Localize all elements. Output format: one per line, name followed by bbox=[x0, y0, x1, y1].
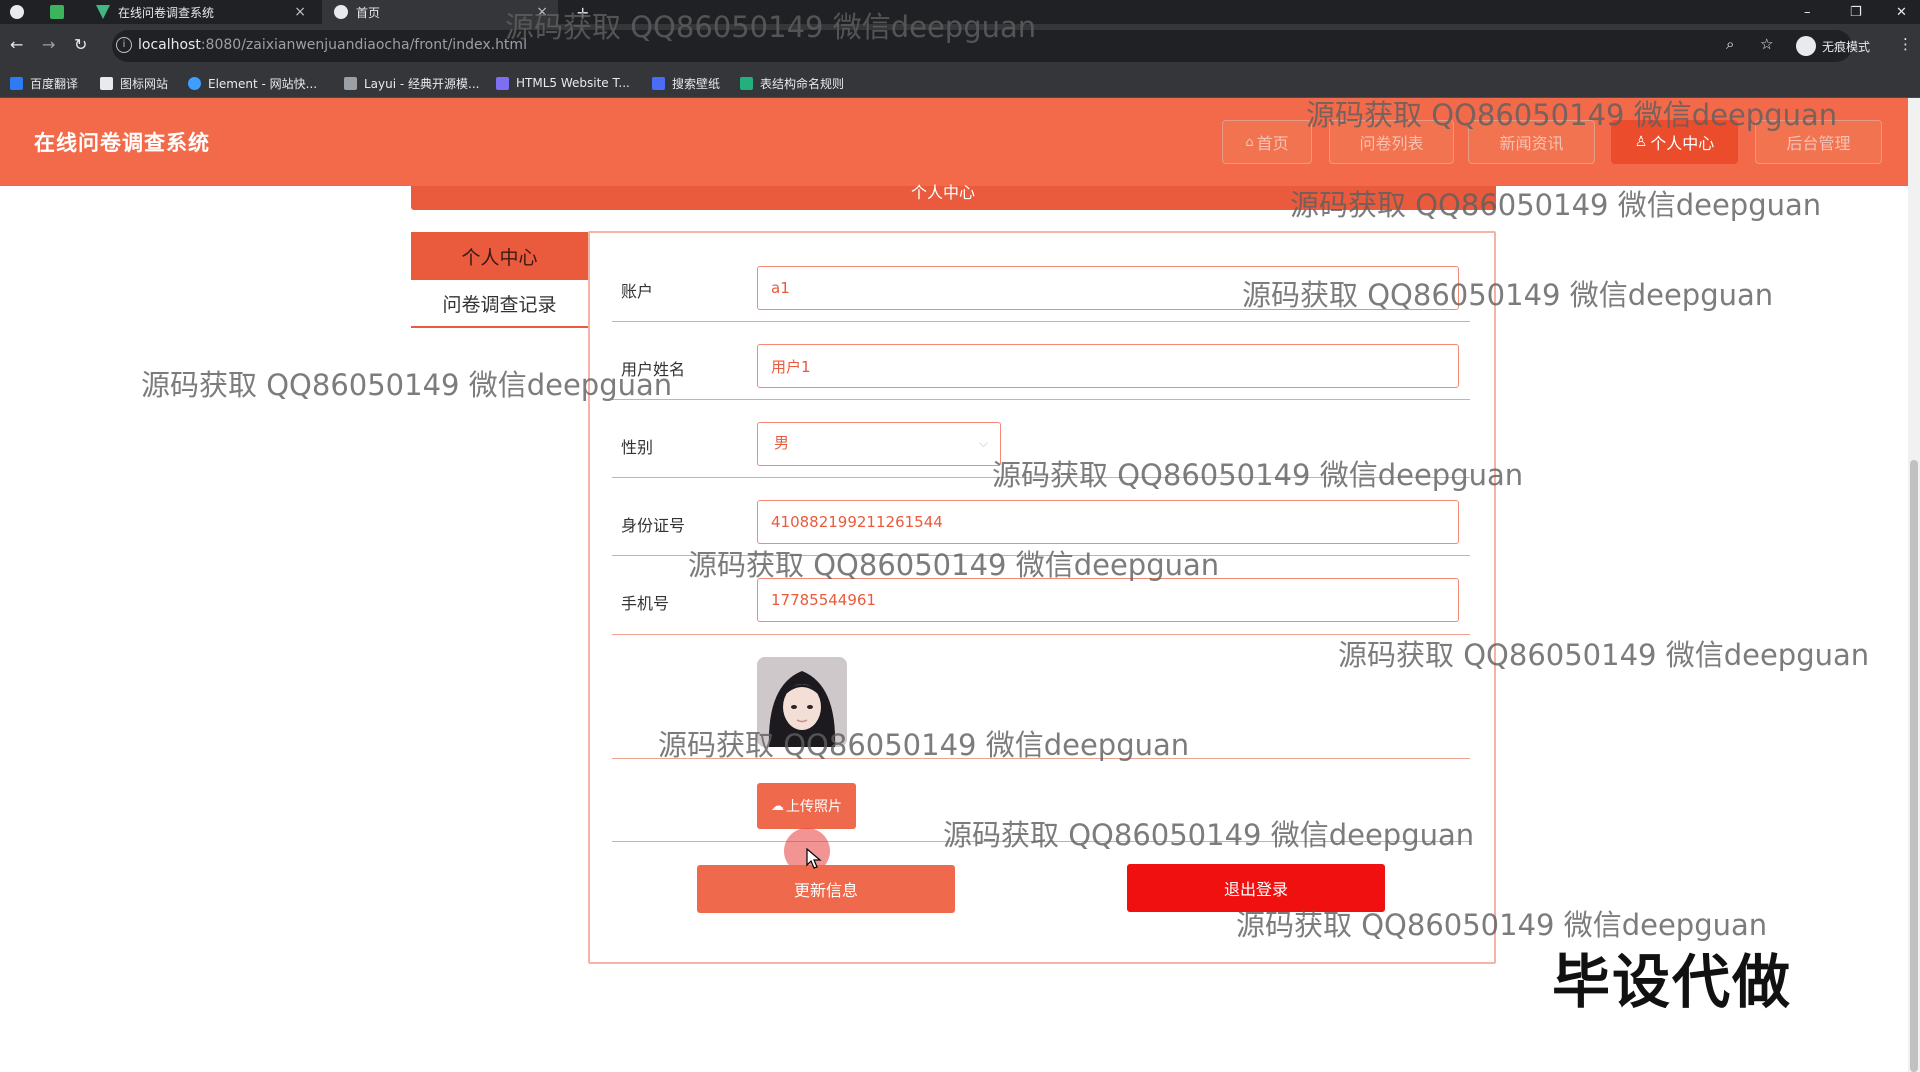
bookmark-item[interactable]: 表结构命名规则 bbox=[740, 73, 844, 93]
nav-label: 问卷列表 bbox=[1359, 134, 1424, 153]
id-number-label: 身份证号 bbox=[621, 516, 686, 535]
divider bbox=[612, 555, 1470, 556]
gender-label: 性别 bbox=[621, 438, 654, 457]
sidebar-item-survey-records[interactable]: 问卷调查记录 bbox=[411, 280, 588, 328]
tab-label: 在线问卷调查系统 bbox=[118, 5, 215, 20]
name-input[interactable] bbox=[757, 344, 1459, 388]
avatar bbox=[757, 657, 847, 747]
bookmark-label: 百度翻译 bbox=[30, 76, 79, 91]
divider bbox=[612, 841, 1470, 842]
bookmark-item[interactable]: 百度翻译 bbox=[10, 73, 78, 93]
bookmark-label: Element - 网站快... bbox=[208, 76, 318, 91]
nav-label: 首页 bbox=[1256, 134, 1289, 153]
globe-icon bbox=[334, 5, 348, 19]
vue-logo-icon bbox=[96, 5, 110, 19]
sidebar-item-personal-center[interactable]: 个人中心 bbox=[411, 232, 588, 280]
logout-label: 退出登录 bbox=[1223, 880, 1288, 899]
chevron-down-icon: ⌵ bbox=[978, 436, 988, 450]
update-info-button[interactable]: 更新信息 bbox=[697, 865, 955, 913]
restore-icon[interactable]: ❐ bbox=[1850, 0, 1862, 24]
nav-admin[interactable]: 后台管理 bbox=[1755, 120, 1882, 164]
nav-label: 新闻资讯 bbox=[1499, 134, 1564, 153]
nav-label: 后台管理 bbox=[1786, 134, 1851, 153]
new-tab-button[interactable]: + bbox=[576, 0, 596, 24]
bookmark-item[interactable]: HTML5 Website T... bbox=[496, 73, 630, 93]
nav-label: 个人中心 bbox=[1650, 134, 1715, 153]
nav-personal-center[interactable]: ♙ 个人中心 bbox=[1611, 120, 1738, 164]
id-number-input[interactable] bbox=[757, 500, 1459, 544]
close-tab-icon[interactable]: × bbox=[294, 4, 306, 20]
url-host: localhost bbox=[138, 37, 201, 53]
close-window-icon[interactable]: ✕ bbox=[1896, 0, 1907, 24]
tab-survey-system[interactable]: 在线问卷调查系统 × bbox=[88, 0, 316, 24]
avatar-photo bbox=[757, 657, 847, 747]
divider bbox=[612, 758, 1470, 759]
account-input[interactable] bbox=[757, 266, 1459, 310]
incognito-indicator[interactable]: 无痕模式 bbox=[1796, 36, 1870, 56]
sidebar-item-label: 问卷调查记录 bbox=[442, 293, 557, 316]
divider bbox=[612, 399, 1470, 400]
minimize-icon[interactable]: – bbox=[1804, 0, 1811, 24]
cloud-upload-icon: ☁ bbox=[771, 798, 784, 814]
zoom-icon[interactable]: ⌕ bbox=[1726, 35, 1734, 53]
menu-dots-icon[interactable]: ⋮ bbox=[1898, 35, 1913, 53]
bookmark-item[interactable]: 搜索壁纸 bbox=[652, 73, 720, 93]
nav-home[interactable]: ⌂ 首页 bbox=[1222, 120, 1312, 164]
bookmark-label: 表结构命名规则 bbox=[760, 76, 845, 91]
bookmark-label: Layui - 经典开源模... bbox=[364, 76, 480, 91]
overlay-banner-text: 毕设代做 bbox=[1552, 948, 1793, 1016]
user-icon: ♙ bbox=[1634, 134, 1648, 150]
chrome-menu-icon[interactable] bbox=[10, 0, 36, 24]
bookmark-label: 图标网站 bbox=[120, 76, 169, 91]
phone-label: 手机号 bbox=[621, 594, 670, 613]
nav-news[interactable]: 新闻资讯 bbox=[1468, 120, 1595, 164]
page-title: 个人中心 bbox=[911, 183, 976, 202]
bookmark-label: 搜索壁纸 bbox=[672, 76, 721, 91]
app-tab-icon[interactable] bbox=[50, 0, 76, 24]
divider bbox=[612, 634, 1470, 635]
back-arrow-icon[interactable]: ← bbox=[10, 35, 23, 54]
scrollbar-thumb[interactable] bbox=[1910, 460, 1918, 1072]
url-path: :8080/zaixianwenjuandiaocha/front/index.… bbox=[200, 37, 527, 53]
url-text[interactable]: localhost:8080/zaixianwenjuandiaocha/fro… bbox=[138, 37, 527, 53]
gender-value: 男 bbox=[774, 434, 790, 452]
site-title: 在线问卷调查系统 bbox=[34, 131, 210, 155]
close-tab-icon[interactable]: × bbox=[536, 4, 548, 20]
reload-icon[interactable]: ↻ bbox=[74, 35, 87, 54]
account-label: 账户 bbox=[621, 282, 654, 301]
cursor-icon bbox=[806, 848, 822, 869]
bookmark-item[interactable]: 图标网站 bbox=[100, 73, 168, 93]
logout-button[interactable]: 退出登录 bbox=[1127, 864, 1385, 912]
phone-input[interactable] bbox=[757, 578, 1459, 622]
info-icon[interactable]: i bbox=[116, 37, 132, 53]
upload-label: 上传照片 bbox=[786, 799, 842, 815]
star-icon[interactable]: ☆ bbox=[1760, 35, 1773, 53]
tab-label: 首页 bbox=[356, 5, 381, 20]
bookmark-label: HTML5 Website T... bbox=[516, 76, 630, 90]
page-title-strip: 个人中心 bbox=[411, 183, 1496, 210]
update-label: 更新信息 bbox=[793, 881, 858, 900]
name-label: 用户姓名 bbox=[621, 360, 686, 379]
tab-home[interactable]: 首页 × bbox=[322, 0, 558, 24]
home-icon: ⌂ bbox=[1245, 134, 1254, 150]
bookmark-item[interactable]: Layui - 经典开源模... bbox=[344, 73, 479, 93]
gender-select[interactable]: 男 ⌵ bbox=[757, 422, 1001, 466]
incognito-icon bbox=[1796, 36, 1816, 56]
sidebar-item-label: 个人中心 bbox=[461, 246, 538, 269]
nav-survey-list[interactable]: 问卷列表 bbox=[1329, 120, 1454, 164]
incognito-label: 无痕模式 bbox=[1822, 39, 1871, 54]
upload-photo-button[interactable]: ☁ 上传照片 bbox=[757, 783, 856, 829]
bookmark-item[interactable]: Element - 网站快... bbox=[188, 73, 317, 93]
divider bbox=[612, 321, 1470, 322]
forward-arrow-icon[interactable]: → bbox=[42, 35, 55, 54]
divider bbox=[612, 477, 1470, 478]
